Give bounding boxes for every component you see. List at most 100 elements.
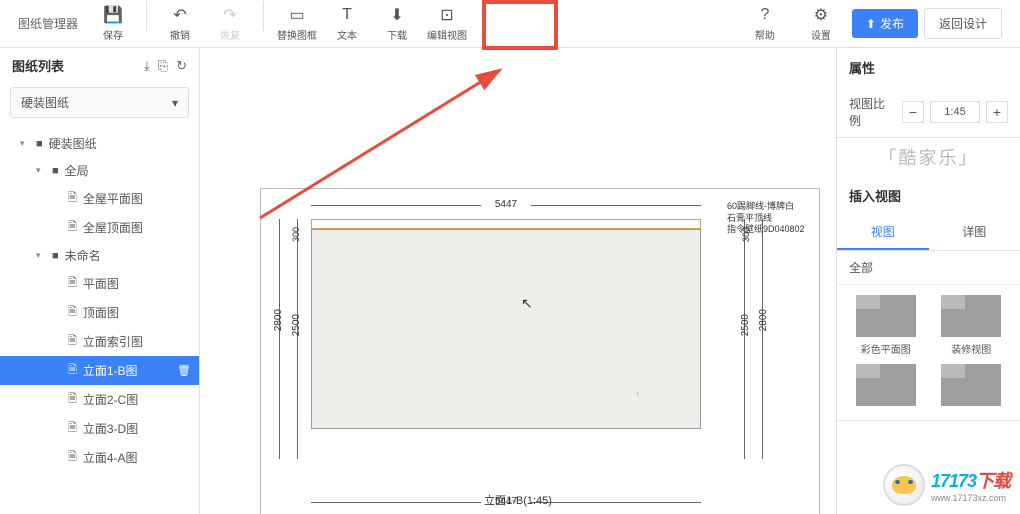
file-icon: 🗎 <box>68 332 77 351</box>
tree-item[interactable]: 🗎 立面2-C图 <box>0 385 199 414</box>
tree-label: 立面索引图 <box>83 333 143 350</box>
settings-button[interactable]: ⚙ 设置 <box>796 1 846 46</box>
undo-button[interactable]: ↶ 撤销 <box>155 1 205 46</box>
redo-button[interactable]: ↷ 恢复 <box>205 1 255 46</box>
tree-label: 顶面图 <box>83 304 119 321</box>
file-icon: 🗎 <box>68 419 77 438</box>
view-thumbnail <box>856 295 916 337</box>
logo-badge-icon <box>883 464 925 506</box>
refresh-icon[interactable]: ↻ <box>176 58 187 74</box>
help-icon: ? <box>760 5 769 25</box>
dimension-top: 5447 <box>311 199 701 210</box>
save-button[interactable]: 💾 保存 <box>88 1 138 46</box>
file-icon: 🗎 <box>68 361 77 380</box>
dimension-right-inner: 2500 <box>740 314 751 336</box>
tree-label: 硬装图纸 <box>49 135 97 152</box>
replace-frame-button[interactable]: ▭ 替换图框 <box>272 1 322 46</box>
properties-header: 属性 <box>837 48 1020 87</box>
tree-label: 未命名 <box>65 247 101 264</box>
file-icon: 🗎 <box>68 448 77 467</box>
view-thumbnail <box>941 295 1001 337</box>
tree-item[interactable]: ▾ ■ 未命名 <box>0 242 199 269</box>
publish-button[interactable]: ⬆ 发布 <box>852 9 918 38</box>
tree-item[interactable]: ▾ ■ 硬装图纸 <box>0 130 199 157</box>
insert-view-item[interactable] <box>933 364 1011 410</box>
tree-item[interactable]: 🗎 立面1-B图 🗑 <box>0 356 199 385</box>
drawing-tree: ▾■硬装图纸▾■全局🗎全屋平面图🗎全屋顶面图▾■未命名🗎平面图🗎顶面图🗎立面索引… <box>0 126 199 476</box>
download-icon: ⬇ <box>390 5 403 25</box>
delete-icon[interactable]: 🗑 <box>177 364 191 377</box>
dimension-left-small: 300 <box>291 227 301 242</box>
folder-icon: ■ <box>36 138 43 150</box>
main-toolbar: 图纸管理器 💾 保存 ↶ 撤销 ↷ 恢复 ▭ 替换图框 T 文本 ⬇ 下载 ⊡ <box>0 0 1020 48</box>
tree-item[interactable]: ▾■全局 <box>0 157 199 184</box>
download-button[interactable]: ⬇ 下载 <box>372 1 422 46</box>
canvas-area[interactable]: 5447 5447 2800 2500 300 2800 2500 300 60… <box>200 48 836 514</box>
tree-item[interactable]: 🗎 立面索引图 <box>0 327 199 356</box>
tree-item[interactable]: 🗎 全屋顶面图 <box>0 213 199 242</box>
ratio-value[interactable]: 1:45 <box>930 101 980 123</box>
tree-label: 立面2-C图 <box>83 391 138 408</box>
tree-label: 立面3-D图 <box>83 420 138 437</box>
import-icon[interactable]: ⤓ <box>144 58 150 74</box>
drawing-title: 立面1-B(1:45) <box>484 492 552 508</box>
edit-view-button[interactable]: ⊡ 编辑视图 <box>422 1 472 46</box>
chevron-down-icon: ▾ <box>172 96 178 110</box>
tree-toggle-icon[interactable]: ▾ <box>36 165 46 176</box>
right-panel: 属性 视图比例 − 1:45 + 「酷家乐」 插入视图 视图 详图 全部 彩色平… <box>836 48 1020 514</box>
text-icon: T <box>342 5 352 25</box>
frame-icon: ▭ <box>289 5 304 25</box>
tab-view[interactable]: 视图 <box>837 215 929 250</box>
tab-detail[interactable]: 详图 <box>929 215 1020 250</box>
tree-label: 平面图 <box>83 275 119 292</box>
tree-label: 立面4-A图 <box>83 449 138 466</box>
tree-item[interactable]: 🗎 立面4-A图 <box>0 443 199 472</box>
folder-icon: ■ <box>52 250 59 262</box>
ratio-label: 视图比例 <box>849 95 896 129</box>
dimension-left-inner: 2500 <box>291 314 302 336</box>
chevron-left-icon[interactable]: ‹ <box>636 388 652 404</box>
gear-icon: ⚙ <box>814 5 828 25</box>
file-icon: 🗎 <box>68 189 77 208</box>
tree-item[interactable]: 🗎 顶面图 <box>0 298 199 327</box>
dimension-right-outer: 2800 <box>758 309 769 331</box>
tree-item[interactable]: 🗎 立面3-D图 <box>0 414 199 443</box>
tree-label: 全局 <box>65 162 89 179</box>
help-button[interactable]: ? 帮助 <box>740 1 790 46</box>
sidebar-title: 图纸列表 <box>12 56 64 75</box>
site-logo: 17173下载 www.17173xz.com <box>883 464 1010 506</box>
file-icon: 🗎 <box>68 274 77 293</box>
insert-view-header: 插入视图 <box>837 176 1020 215</box>
drawing-type-select[interactable]: 硬装图纸 ▾ <box>10 87 189 118</box>
back-button[interactable]: 返回设计 <box>924 8 1002 39</box>
file-icon: 🗎 <box>68 218 77 237</box>
text-button[interactable]: T 文本 <box>322 1 372 46</box>
insert-view-item[interactable]: 装修视图 <box>933 295 1011 356</box>
file-icon: 🗎 <box>68 303 77 322</box>
insert-view-item[interactable]: 彩色平面图 <box>847 295 925 356</box>
cursor-icon: ↖ <box>521 295 533 312</box>
redo-icon: ↷ <box>223 5 236 25</box>
watermark-text: 「酷家乐」 <box>837 138 1020 176</box>
category-all[interactable]: 全部 <box>837 251 1020 285</box>
tree-toggle-icon[interactable]: ▾ <box>36 250 46 261</box>
edit-view-icon: ⊡ <box>440 5 453 25</box>
dimension-left-outer: 2800 <box>273 309 284 331</box>
ratio-decrease-button[interactable]: − <box>902 101 924 123</box>
view-thumbnail <box>941 364 1001 406</box>
sidebar: 图纸列表 ⤓ ⎘ ↻ 硬装图纸 ▾ ▾■硬装图纸▾■全局🗎全屋平面图🗎全屋顶面图… <box>0 48 200 514</box>
add-page-icon[interactable]: ⎘ <box>158 58 168 74</box>
tree-item[interactable]: 🗎 平面图 <box>0 269 199 298</box>
file-icon: 🗎 <box>68 390 77 409</box>
ratio-increase-button[interactable]: + <box>986 101 1008 123</box>
tree-item[interactable]: 🗎全屋平面图 <box>0 184 199 213</box>
tree-label: 全屋顶面图 <box>83 219 143 236</box>
drawing-frame[interactable]: 5447 5447 2800 2500 300 2800 2500 300 60… <box>260 188 820 514</box>
view-thumbnail <box>856 364 916 406</box>
save-icon: 💾 <box>103 5 123 25</box>
tree-toggle-icon[interactable]: ▾ <box>20 138 30 149</box>
material-annotation: 60踢脚线-博牌白 石膏平顶线 指令壁纸9D040802 <box>727 201 805 236</box>
tree-label: 立面1-B图 <box>83 362 138 379</box>
undo-icon: ↶ <box>173 5 186 25</box>
insert-view-item[interactable] <box>847 364 925 410</box>
